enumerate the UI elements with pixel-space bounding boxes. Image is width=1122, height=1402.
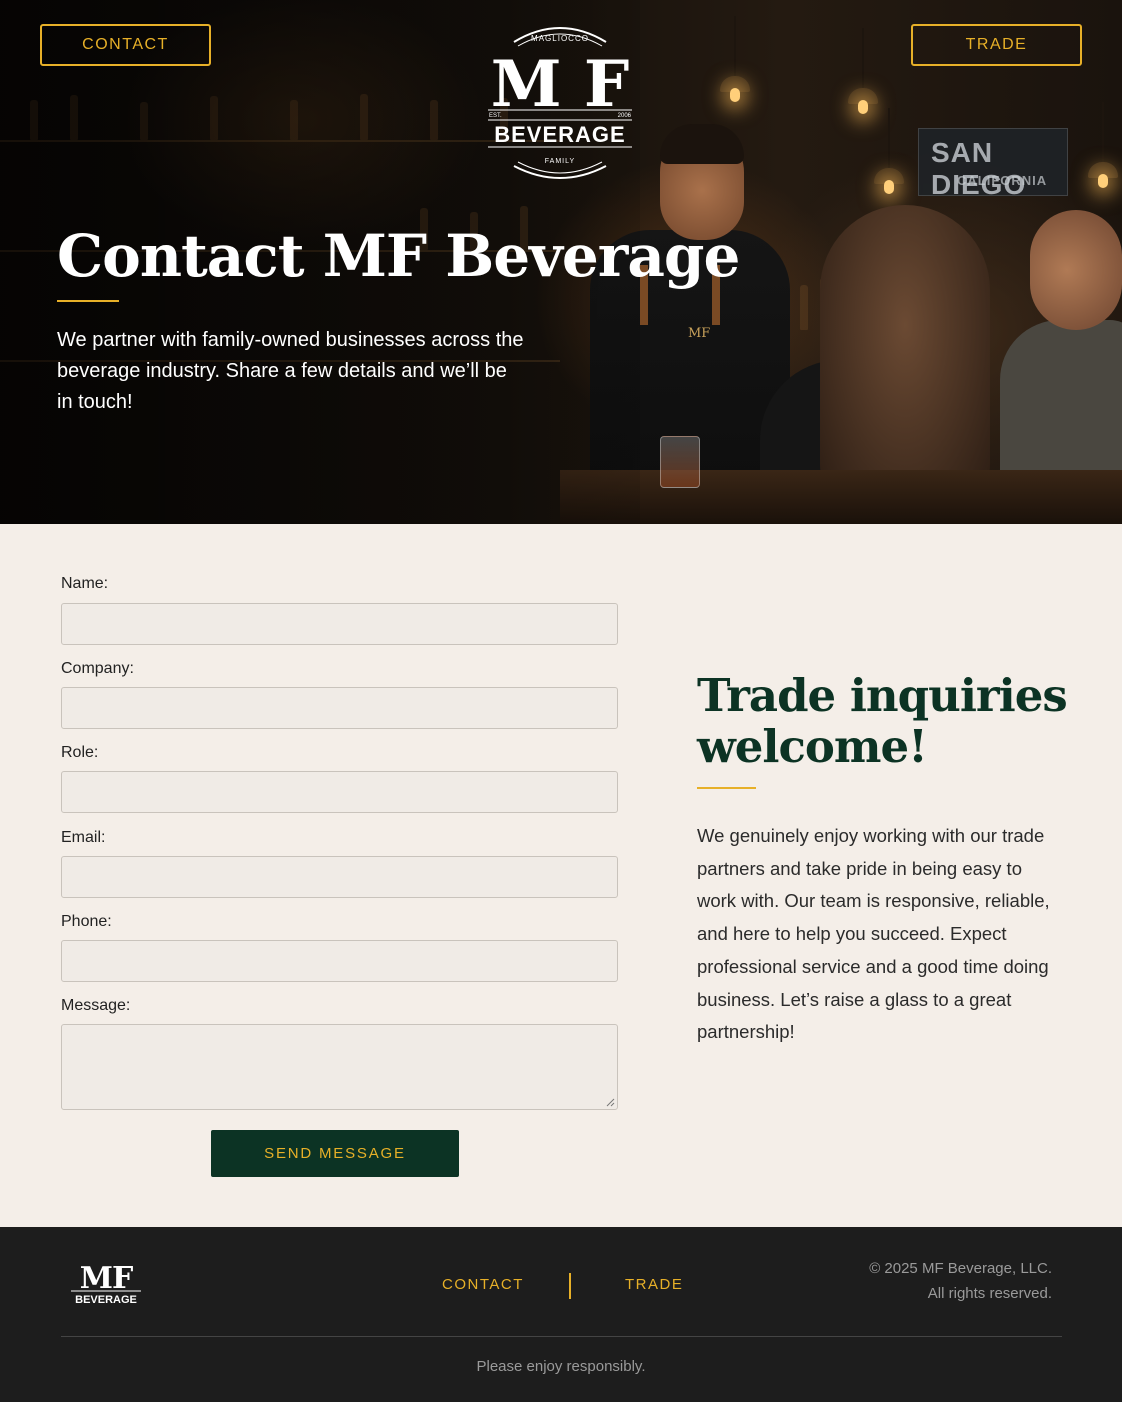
copyright-line-2: All rights reserved. bbox=[927, 1285, 1052, 1302]
trade-inquiries-heading: Trade inquiries welcome! bbox=[697, 669, 1068, 773]
page-title: Contact MF Beverage bbox=[57, 222, 740, 290]
role-input[interactable] bbox=[61, 771, 618, 813]
sign-sub-text: CALIFORNIA bbox=[957, 173, 1048, 188]
company-input[interactable] bbox=[61, 687, 618, 729]
logo-est-text: EST. bbox=[489, 113, 502, 119]
name-input[interactable] bbox=[61, 603, 618, 645]
footer-contact-link[interactable]: CONTACT bbox=[442, 1276, 524, 1293]
logo-top-text: MAGLIOCCO bbox=[531, 34, 589, 43]
contact-nav-button[interactable]: CONTACT bbox=[40, 24, 211, 66]
message-textarea[interactable] bbox=[61, 1024, 618, 1110]
footer-trade-link[interactable]: TRADE bbox=[625, 1276, 683, 1293]
textarea-resize-grip-icon[interactable] bbox=[605, 1097, 615, 1107]
phone-input[interactable] bbox=[61, 940, 618, 982]
site-footer: MF BEVERAGE CONTACT TRADE © 2025 MF Beve… bbox=[0, 1227, 1122, 1402]
trade-inquiries-body: We genuinely enjoy working with our trad… bbox=[697, 825, 1050, 1043]
company-label: Company: bbox=[61, 660, 134, 677]
role-label: Role: bbox=[61, 744, 99, 761]
hero-subtitle: We partner with family-owned businesses … bbox=[57, 329, 524, 413]
hero-section: SAN DIEGO CALIFORNIA MF CONTACT TRADE MA… bbox=[0, 0, 1122, 524]
footer-link-divider bbox=[569, 1273, 571, 1299]
copyright-line-1: © 2025 MF Beverage, LLC. bbox=[869, 1260, 1052, 1277]
trade-nav-button[interactable]: TRADE bbox=[911, 24, 1082, 66]
logo-wordmark: BEVERAGE bbox=[494, 122, 625, 147]
sign-main-text: SAN DIEGO bbox=[931, 137, 1027, 200]
name-label: Name: bbox=[61, 575, 109, 592]
logo-monogram: M F bbox=[491, 47, 630, 122]
mf-beverage-logo[interactable]: MAGLIOCCO M F EST. 2006 BEVERAGE FAMILY bbox=[482, 20, 638, 180]
logo-bottom-text: FAMILY bbox=[545, 158, 575, 165]
email-input[interactable] bbox=[61, 856, 618, 898]
title-accent-rule bbox=[57, 300, 119, 302]
message-label: Message: bbox=[61, 997, 131, 1014]
trade-accent-rule bbox=[697, 787, 756, 789]
logo-year-text: 2006 bbox=[618, 113, 632, 119]
san-diego-sign: SAN DIEGO CALIFORNIA bbox=[918, 128, 1068, 200]
apron-badge-text: MF bbox=[688, 326, 711, 341]
footer-logo-wordmark: BEVERAGE bbox=[75, 1294, 137, 1306]
footer-divider-line bbox=[61, 1336, 1062, 1337]
phone-label: Phone: bbox=[61, 913, 112, 930]
send-message-button[interactable]: SEND MESSAGE bbox=[211, 1130, 459, 1177]
enjoy-responsibly-note: Please enjoy responsibly. bbox=[476, 1358, 646, 1375]
email-label: Email: bbox=[61, 829, 106, 846]
copyright: © 2025 MF Beverage, LLC. All rights rese… bbox=[869, 1256, 1052, 1306]
footer-mf-logo[interactable]: MF BEVERAGE bbox=[70, 1260, 142, 1306]
